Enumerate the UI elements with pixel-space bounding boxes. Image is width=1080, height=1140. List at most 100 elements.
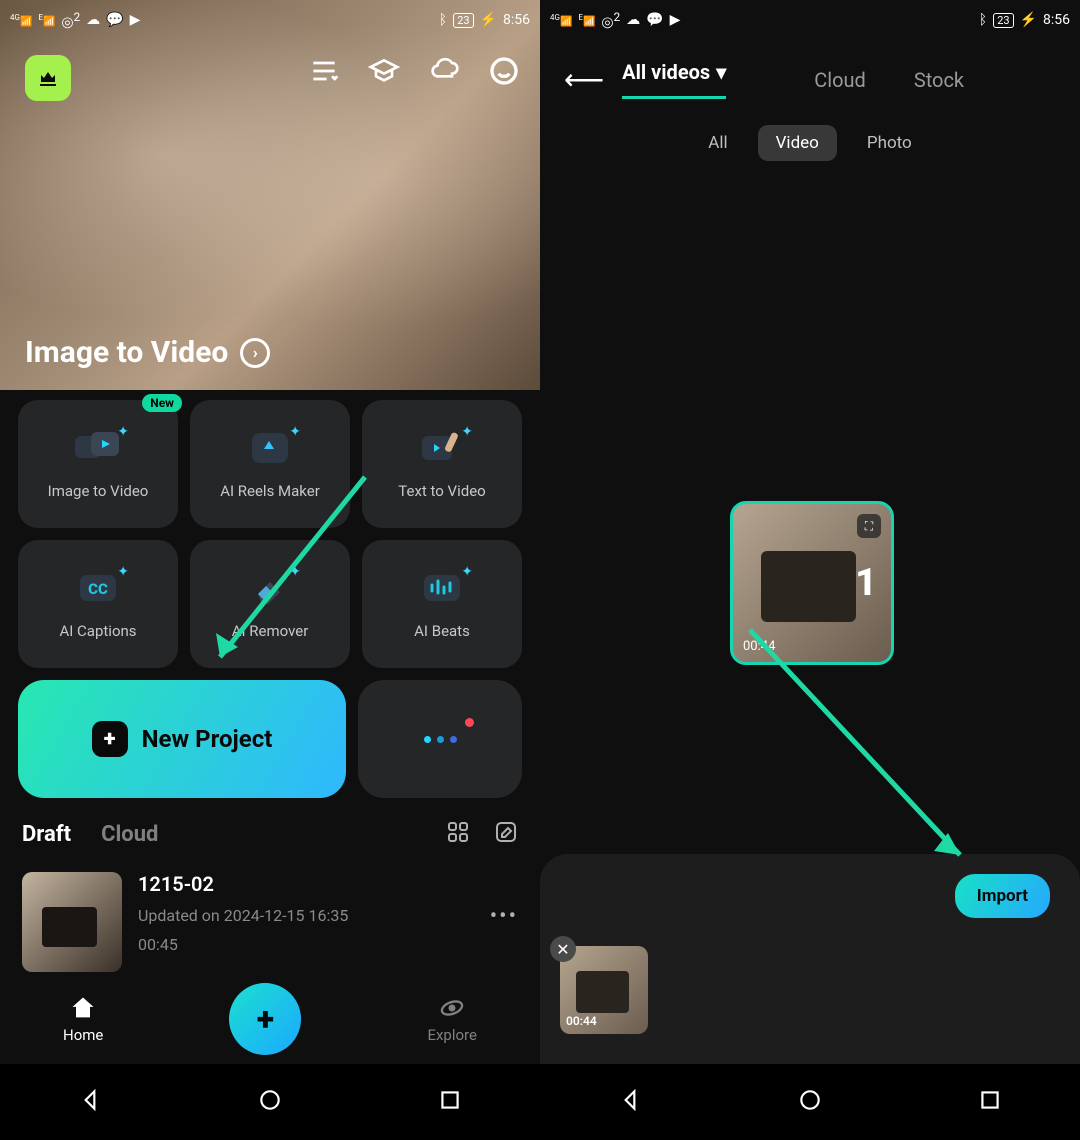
charging-icon: ⚡ [480,12,497,28]
import-screen: 4G📶 E📶 ◎2 ☁ 💬 ▶ ᛒ 23 ⚡ 8:56 ⟵ All videos… [540,0,1080,1140]
tile-label: AI Remover [232,622,309,640]
chat-icon: 💬 [646,12,663,28]
back-button[interactable]: ⟵ [564,63,604,96]
clock: 8:56 [503,12,530,28]
tile-text-to-video[interactable]: ✦ Text to Video [362,400,522,528]
chevron-down-icon: ▾ [716,60,726,84]
cloud-icon: ☁ [626,12,640,28]
bluetooth-icon: ᛒ [439,12,447,28]
new-badge: New [142,394,182,412]
remove-icon[interactable]: ✕ [550,936,576,962]
media-gallery: ⛶ 1 00:44 [540,161,1080,781]
nav-home[interactable]: Home [63,994,103,1044]
status-bar: 4G📶 E📶 ◎2 ☁ 💬 ▶ ᛒ 23 ⚡ 8:56 [540,0,1080,40]
queue-icon[interactable] [308,55,340,87]
signal-icon-2: E📶 [38,13,55,27]
dots-icon [424,736,457,743]
selection-order: 1 [855,561,877,605]
recent-icon[interactable] [977,1087,1003,1117]
draft-more-icon[interactable]: ••• [490,904,518,929]
feature-tiles: New ✦ Image to Video ✦ AI Reels Maker ✦ … [0,390,540,668]
battery-indicator: 23 [453,13,473,28]
cloud-icon: ☁ [86,12,100,28]
chat-icon: 💬 [106,12,123,28]
tile-image-to-video[interactable]: New ✦ Image to Video [18,400,178,528]
more-button[interactable] [358,680,522,798]
tab-all-videos[interactable]: All videos ▾ [622,60,726,99]
plus-icon: + [92,721,128,757]
profile-icon[interactable] [488,55,520,87]
draft-tab[interactable]: Draft [22,822,71,847]
home-icon[interactable] [797,1087,823,1117]
media-filters: All Video Photo [540,125,1080,161]
tile-label: AI Reels Maker [220,482,320,500]
selection-tray: Import ✕ 00:44 [540,854,1080,1064]
tile-ai-reels[interactable]: ✦ AI Reels Maker [190,400,350,528]
notification-dot-icon [465,718,474,727]
sparkle-icon: ✦ [461,424,473,440]
home-screen: 4G📶 E📶 ◎2 ☁ 💬 ▶ ᛒ 23 ⚡ 8:56 Image to Vid… [0,0,540,1140]
nav-label: Explore [427,1026,477,1044]
filter-video[interactable]: Video [758,125,837,161]
picker-header: ⟵ All videos ▾ Cloud Stock [540,44,1080,99]
system-nav [540,1064,1080,1140]
tray-thumbnail[interactable]: ✕ 00:44 [560,946,648,1034]
fullscreen-icon[interactable]: ⛶ [857,514,881,538]
app-icon: ▶ [130,12,141,28]
tab-cloud[interactable]: Cloud [814,68,866,92]
nav-label: Home [63,1026,103,1044]
new-project-button[interactable]: + New Project [18,680,346,798]
draft-updated: Updated on 2024-12-15 16:35 [138,906,474,925]
edit-icon[interactable] [494,820,518,848]
hotspot-icon: ◎2 [601,10,620,31]
hotspot-icon: ◎2 [61,10,80,31]
filter-photo[interactable]: Photo [849,125,930,161]
academy-icon[interactable] [368,55,400,87]
cloud-tab[interactable]: Cloud [101,822,158,847]
fab-create[interactable]: + [229,983,301,1055]
signal-icon: 4G📶 [550,13,572,27]
sparkle-icon: ✦ [289,424,301,440]
cloud-sync-icon[interactable] [428,55,460,87]
home-icon[interactable] [257,1087,283,1117]
back-icon[interactable] [77,1087,103,1117]
chevron-right-icon: › [240,338,270,368]
svg-text:CC: CC [88,580,108,598]
back-icon[interactable] [617,1087,643,1117]
sparkle-icon: ✦ [289,564,301,580]
app-icon: ▶ [670,12,681,28]
battery-indicator: 23 [993,13,1013,28]
draft-item[interactable]: 1215-02 Updated on 2024-12-15 16:35 00:4… [22,872,518,972]
sparkle-icon: ✦ [117,424,129,440]
signal-icon-2: E📶 [578,13,595,27]
tile-label: Image to Video [48,482,149,500]
clock: 8:56 [1043,12,1070,28]
signal-icon: 4G📶 [10,13,32,27]
system-nav [0,1064,540,1140]
draft-duration: 00:45 [138,935,474,954]
nav-explore[interactable]: Explore [427,994,477,1044]
premium-button[interactable] [25,55,71,101]
tile-ai-captions[interactable]: ✦CC AI Captions [18,540,178,668]
tile-ai-remover[interactable]: ✦ AI Remover [190,540,350,668]
recent-icon[interactable] [437,1087,463,1117]
filter-all[interactable]: All [690,125,745,161]
status-bar: 4G📶 E📶 ◎2 ☁ 💬 ▶ ᛒ 23 ⚡ 8:56 [0,0,540,40]
draft-name: 1215-02 [138,872,474,896]
tile-label: AI Beats [414,622,470,640]
video-thumbnail[interactable]: ⛶ 1 00:44 [730,501,894,665]
tab-stock[interactable]: Stock [914,68,964,92]
bottom-nav: Home + Explore [0,974,540,1064]
charging-icon: ⚡ [1020,12,1037,28]
hero-banner[interactable]: Image to Video › [0,0,540,390]
bluetooth-icon: ᛒ [979,12,987,28]
tray-duration: 00:44 [566,1014,597,1028]
grid-view-icon[interactable] [446,820,470,848]
new-project-label: New Project [142,725,273,753]
tile-ai-beats[interactable]: ✦ AI Beats [362,540,522,668]
import-button[interactable]: Import [955,874,1050,918]
drafts-section: Draft Cloud 1215-02 Updated on 2024-12-1… [0,798,540,972]
hero-title[interactable]: Image to Video › [25,335,270,370]
video-duration: 00:44 [743,639,775,654]
tile-label: AI Captions [59,622,136,640]
